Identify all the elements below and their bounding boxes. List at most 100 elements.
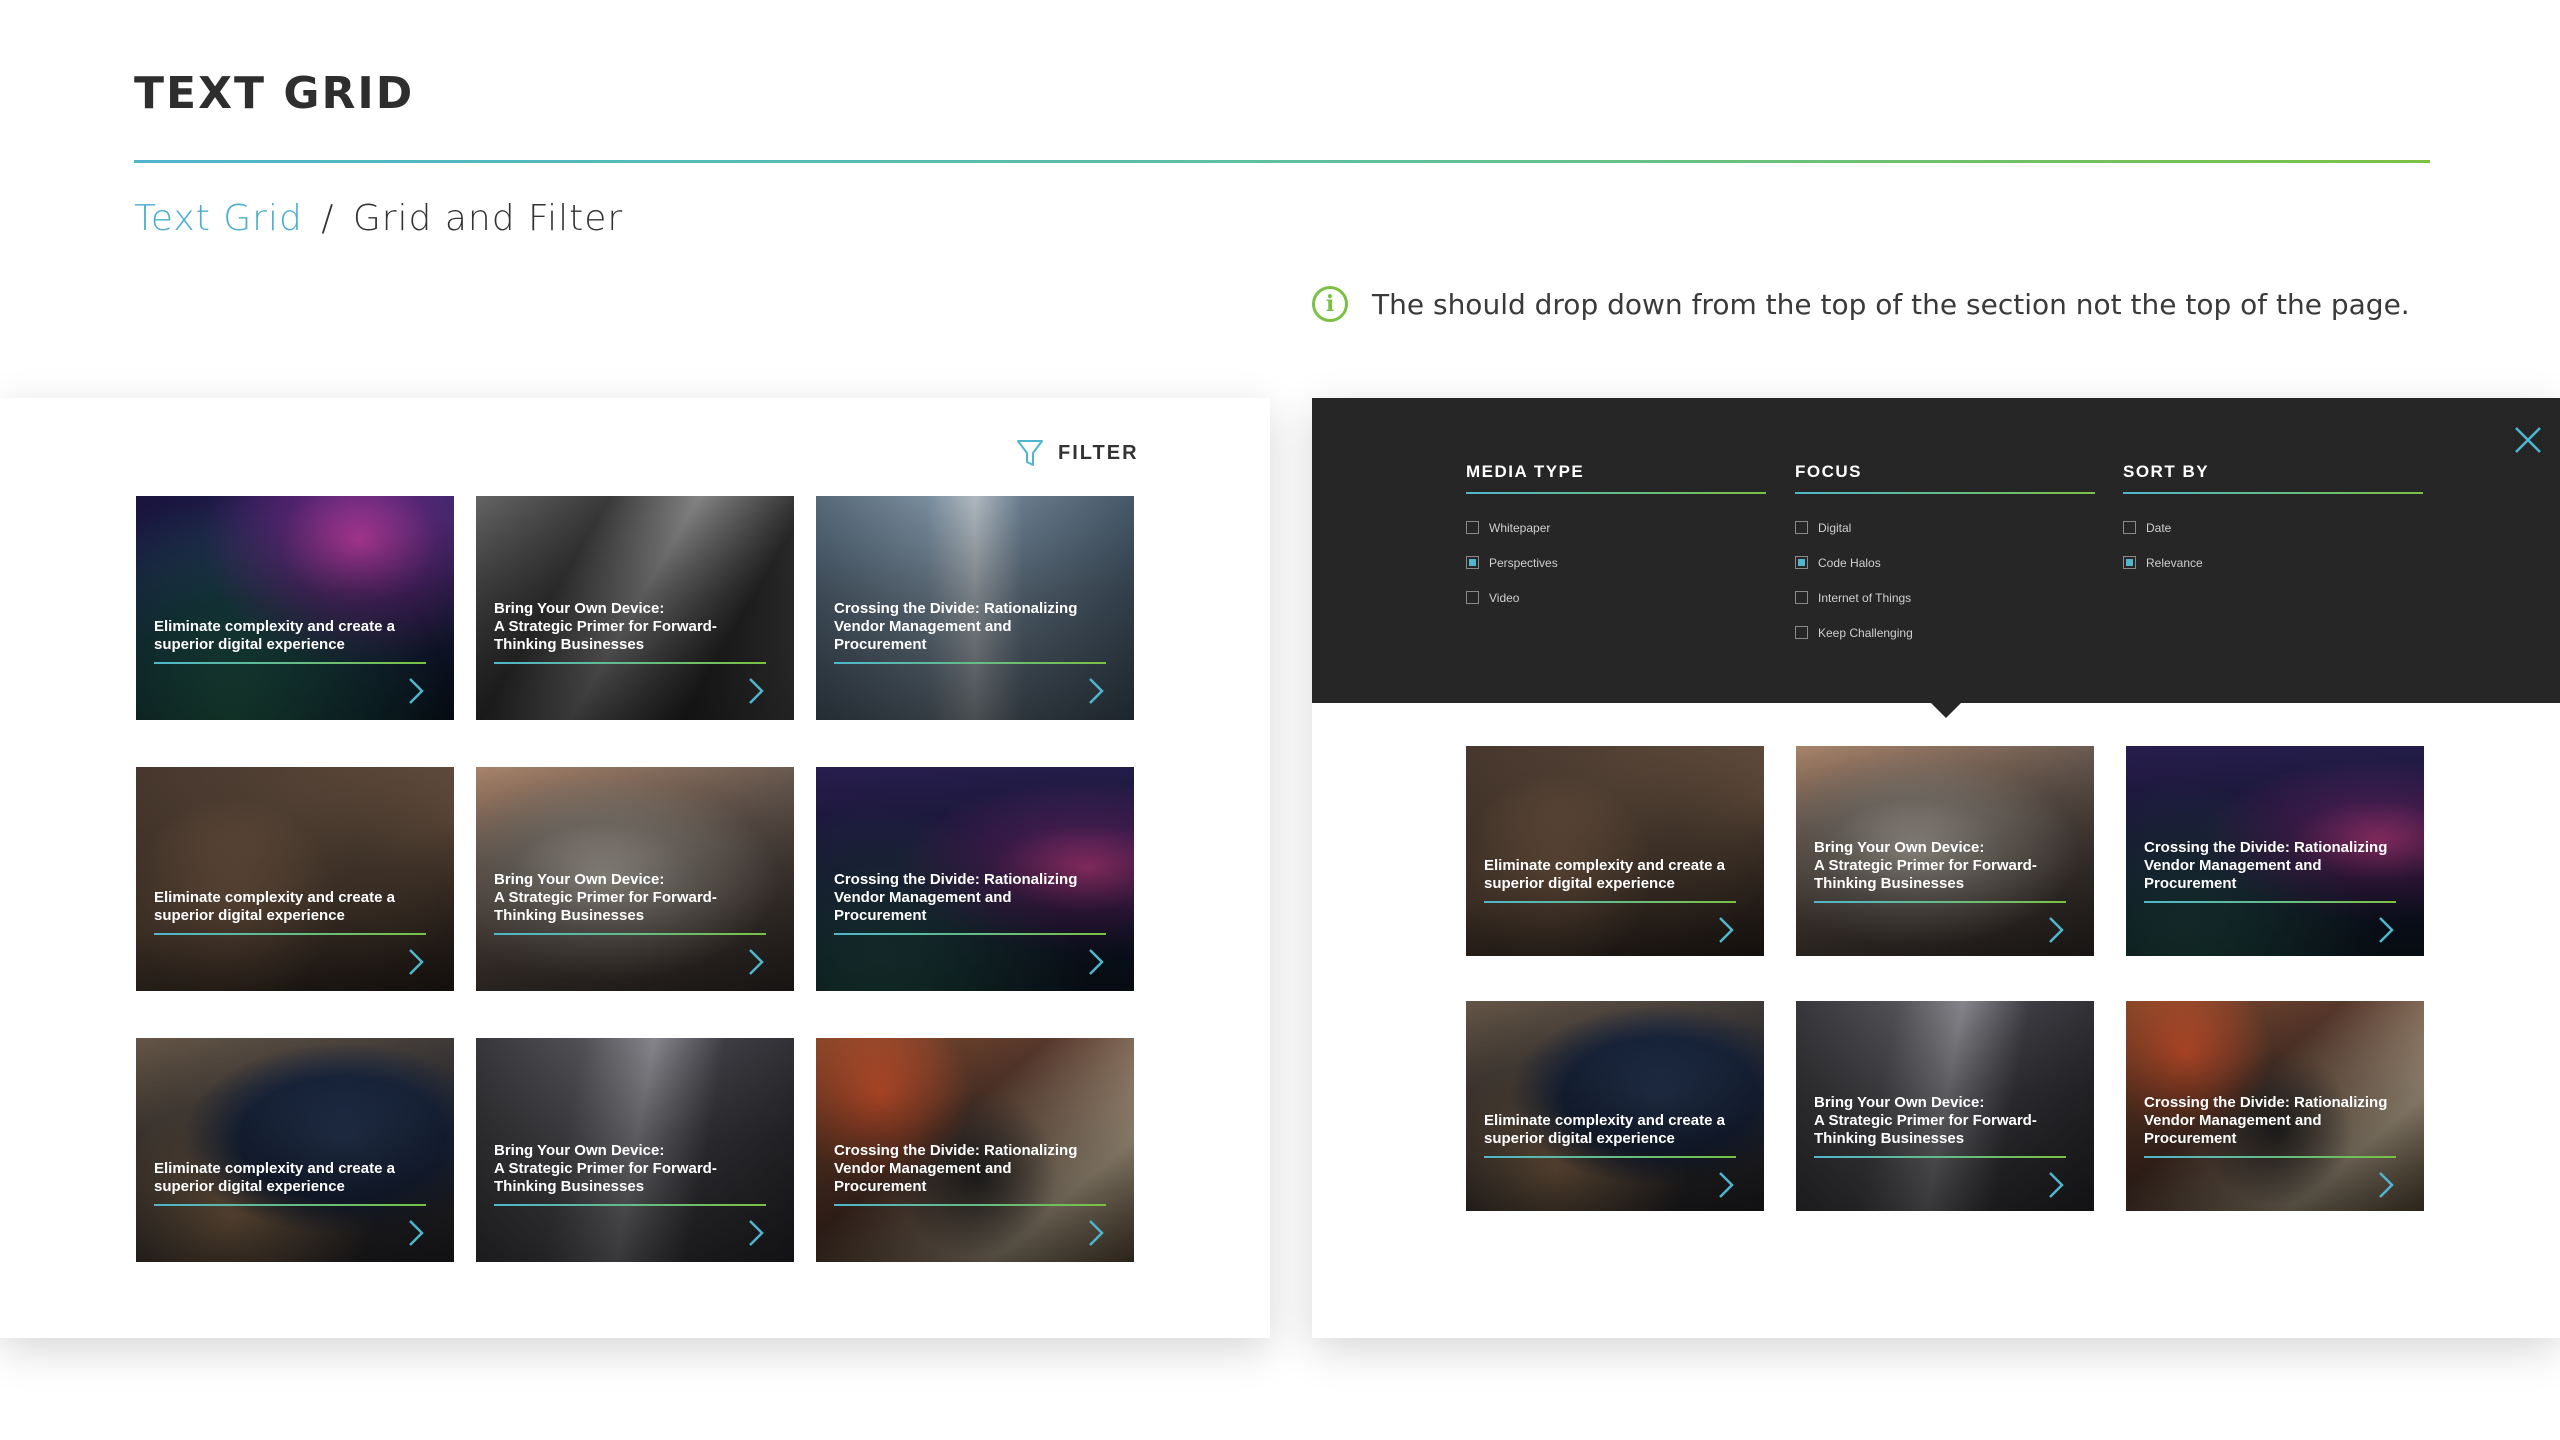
chevron-right-icon [2379,917,2394,944]
checkbox[interactable] [1795,556,1808,569]
filter-option-label: Internet of Things [1818,590,1912,605]
card-divider [1484,901,1736,904]
content-card[interactable]: Crossing the Divide: Rationalizing Vendo… [2126,1001,2424,1211]
filter-option[interactable]: Perspectives [1466,555,1766,570]
content-card[interactable]: Bring Your Own Device: A Strategic Prime… [476,1038,794,1262]
filter-option[interactable]: Video [1466,590,1766,605]
breadcrumb-separator: / [321,198,335,239]
content-card[interactable]: Eliminate complexity and create a superi… [136,496,454,720]
card-divider [1484,1156,1736,1159]
content-card[interactable]: Eliminate complexity and create a superi… [136,767,454,991]
card-divider [154,1203,426,1206]
breadcrumb-link-text-grid[interactable]: Text Grid [134,198,303,239]
annotation-note: i The should drop down from the top of t… [1312,286,2410,322]
filter-group-focus: FOCUS Digital Code Halos Internet of Things… [1795,462,2095,640]
content-card[interactable]: Bring Your Own Device: A Strategic Prime… [1796,746,2094,956]
card-title: Eliminate complexity and create a superi… [154,617,395,653]
content-card[interactable]: Crossing the Divide: Rationalizing Vendo… [2126,746,2424,956]
close-icon[interactable] [2512,424,2544,456]
card-divider [2144,901,2396,904]
chevron-right-icon [1719,917,1734,944]
checkbox[interactable] [2123,556,2136,569]
chevron-right-icon [2049,917,2064,944]
checkbox[interactable] [1466,556,1479,569]
page-title: TEXT GRID [134,68,415,119]
filter-option[interactable]: Whitepaper [1466,520,1766,535]
title-divider [134,160,2430,163]
content-card[interactable]: Eliminate complexity and create a superi… [1466,1001,1764,1211]
chevron-right-icon [1089,948,1104,975]
chevron-right-icon [409,677,424,704]
annotation-text: The should drop down from the top of the… [1372,287,2410,321]
checkbox[interactable] [1795,591,1808,604]
card-title: Bring Your Own Device: A Strategic Prime… [494,599,717,653]
filter-option-label: Digital [1818,520,1852,535]
card-divider [834,1203,1106,1206]
card-title: Bring Your Own Device: A Strategic Prime… [494,1141,717,1195]
card-title: Crossing the Divide: Rationalizing Vendo… [834,599,1078,653]
content-card[interactable]: Crossing the Divide: Rationalizing Vendo… [816,1038,1134,1262]
filter-option[interactable]: Relevance [2123,555,2423,570]
chevron-right-icon [409,1219,424,1246]
card-divider [154,661,426,664]
filter-option-label: Perspectives [1489,555,1558,570]
filter-option[interactable]: Digital [1795,520,2095,535]
filter-option-label: Date [2146,520,2172,535]
checkbox[interactable] [1466,591,1479,604]
card-title: Crossing the Divide: Rationalizing Vendo… [2144,1094,2388,1148]
filter-option-label: Relevance [2146,555,2203,570]
checkbox[interactable] [1795,521,1808,534]
content-card[interactable]: Bring Your Own Device: A Strategic Prime… [476,496,794,720]
filter-group-sort-by: SORT BY Date Relevance [2123,462,2423,570]
chevron-right-icon [749,677,764,704]
chevron-right-icon [409,948,424,975]
card-divider [2144,1156,2396,1159]
content-card[interactable]: Crossing the Divide: Rationalizing Vendo… [816,496,1134,720]
content-card[interactable]: Bring Your Own Device: A Strategic Prime… [1796,1001,2094,1211]
filter-option[interactable]: Code Halos [1795,555,2095,570]
breadcrumb: Text Grid / Grid and Filter [134,198,623,239]
filter-group-heading: MEDIA TYPE [1466,462,1766,494]
card-divider [1814,1156,2066,1159]
card-title: Eliminate complexity and create a superi… [154,1159,395,1195]
filter-group-heading: FOCUS [1795,462,2095,494]
content-card[interactable]: Crossing the Divide: Rationalizing Vendo… [816,767,1134,991]
chevron-right-icon [2049,1172,2064,1199]
content-card[interactable]: Eliminate complexity and create a superi… [136,1038,454,1262]
filter-option[interactable]: Date [2123,520,2423,535]
card-title: Bring Your Own Device: A Strategic Prime… [1814,839,2037,893]
chevron-right-icon [749,948,764,975]
filter-option[interactable]: Internet of Things [1795,590,2095,605]
filter-button[interactable]: FILTER [1016,438,1139,468]
card-divider [494,932,766,935]
info-icon: i [1312,286,1348,322]
card-divider [834,661,1106,664]
checkbox[interactable] [2123,521,2136,534]
filter-option[interactable]: Keep Challenging [1795,625,2095,640]
filter-option-label: Keep Challenging [1818,625,1913,640]
chevron-right-icon [1089,1219,1104,1246]
filter-group-heading: SORT BY [2123,462,2423,494]
card-divider [1814,901,2066,904]
card-title: Crossing the Divide: Rationalizing Vendo… [834,870,1078,924]
filter-option-label: Code Halos [1818,555,1881,570]
filter-option-label: Video [1489,590,1520,605]
card-title: Eliminate complexity and create a superi… [154,888,395,924]
filter-option-label: Whitepaper [1489,520,1551,535]
chevron-right-icon [1719,1172,1734,1199]
checkbox[interactable] [1795,626,1808,639]
card-title: Bring Your Own Device: A Strategic Prime… [494,870,717,924]
content-card[interactable]: Bring Your Own Device: A Strategic Prime… [476,767,794,991]
card-title: Eliminate complexity and create a superi… [1484,1112,1725,1148]
checkbox[interactable] [1466,521,1479,534]
card-title: Crossing the Divide: Rationalizing Vendo… [2144,839,2388,893]
card-title: Bring Your Own Device: A Strategic Prime… [1814,1094,2037,1148]
filter-dropdown-pointer [1930,702,1962,718]
card-divider [834,932,1106,935]
filter-group-media-type: MEDIA TYPE Whitepaper Perspectives Video [1466,462,1766,605]
card-title: Crossing the Divide: Rationalizing Vendo… [834,1141,1078,1195]
content-card[interactable]: Eliminate complexity and create a superi… [1466,746,1764,956]
chevron-right-icon [749,1219,764,1246]
breadcrumb-current: Grid and Filter [352,198,624,239]
filter-label: FILTER [1058,441,1139,464]
